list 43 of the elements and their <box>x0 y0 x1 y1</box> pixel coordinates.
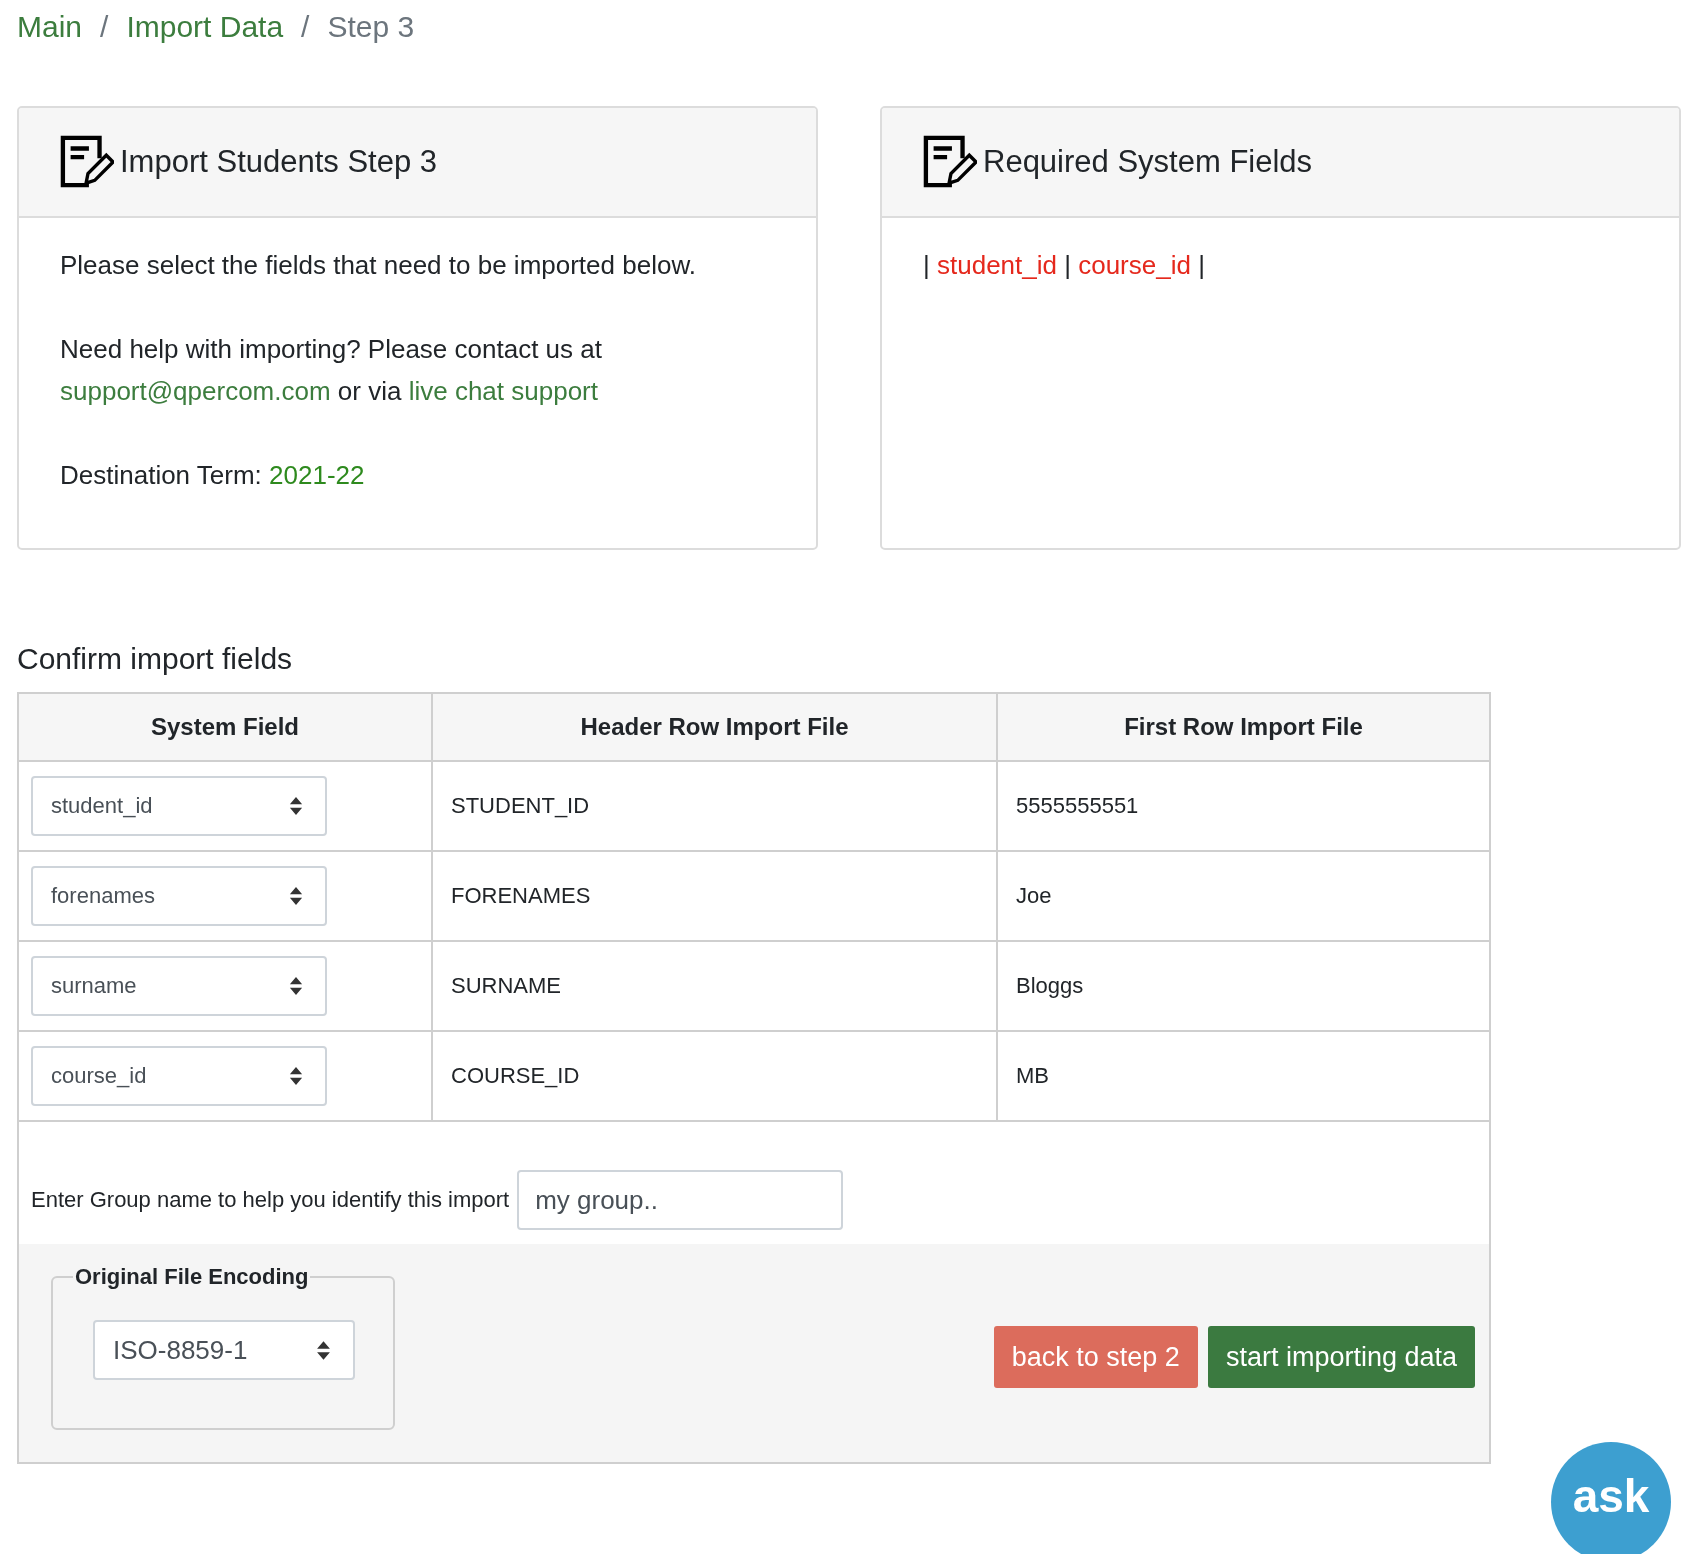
group-name-field[interactable]: my group.. <box>517 1170 844 1230</box>
sort-caret-icon <box>316 1339 331 1361</box>
table-cell: STUDENT_ID <box>432 761 997 851</box>
sort-caret-icon <box>289 796 303 816</box>
card-title: Required System Fields <box>983 144 1313 180</box>
table-cell: 5555555551 <box>997 761 1489 851</box>
breadcrumb-separator: / <box>100 10 109 44</box>
system-field-select[interactable]: student_id <box>31 776 327 836</box>
required-fields-list: | student_id | course_id | <box>923 244 1638 286</box>
section-title: Confirm import fields <box>17 642 294 676</box>
table-cell: FORENAMES <box>432 851 997 941</box>
system-field-select[interactable]: surname <box>31 956 327 1016</box>
instruction-text: Please select the fields that need to be imported below. <box>60 249 697 282</box>
system-field-select[interactable]: forenames <box>31 866 327 926</box>
table-cell: Joe <box>997 851 1489 941</box>
document-edit-icon <box>60 135 114 189</box>
term-value: 2021-22 <box>269 460 365 490</box>
breadcrumb-item[interactable]: Main <box>17 10 83 44</box>
group-name-label: Enter Group name to help you identify this import <box>31 1187 510 1213</box>
breadcrumb-item[interactable]: Import Data <box>126 10 284 44</box>
back-button[interactable]: back to step 2 <box>993 1326 1198 1388</box>
table-cell: Bloggs <box>997 941 1489 1031</box>
live-chat-link[interactable]: live chat support <box>408 376 598 406</box>
term-label: Destination Term: <box>60 460 262 490</box>
system-field-select[interactable]: course_id <box>31 1046 327 1106</box>
sort-caret-icon <box>289 886 303 906</box>
card-title: Import Students Step 3 <box>120 144 438 180</box>
table-cell: SURNAME <box>432 941 997 1031</box>
sort-caret-icon <box>289 1066 303 1086</box>
sort-caret-icon <box>289 976 303 996</box>
help-text: or via <box>337 376 402 406</box>
encoding-select[interactable]: ISO-8859-1 <box>93 1320 355 1380</box>
column-header: System Field <box>19 694 432 761</box>
document-edit-icon <box>923 135 977 189</box>
import-button[interactable]: start importing data <box>1207 1326 1475 1388</box>
fieldset-legend: Original File Encoding <box>73 1264 311 1290</box>
ask-chat-button[interactable]: ask <box>1551 1442 1671 1554</box>
email-link[interactable]: support@qpercom.com <box>60 376 331 406</box>
breadcrumb-separator: / <box>301 10 310 44</box>
column-header: First Row Import File <box>997 694 1489 761</box>
help-text: Need help with importing? Please contact us at <box>60 334 602 364</box>
breadcrumb-item: Step 3 <box>327 10 415 44</box>
column-header: Header Row Import File <box>432 694 997 761</box>
